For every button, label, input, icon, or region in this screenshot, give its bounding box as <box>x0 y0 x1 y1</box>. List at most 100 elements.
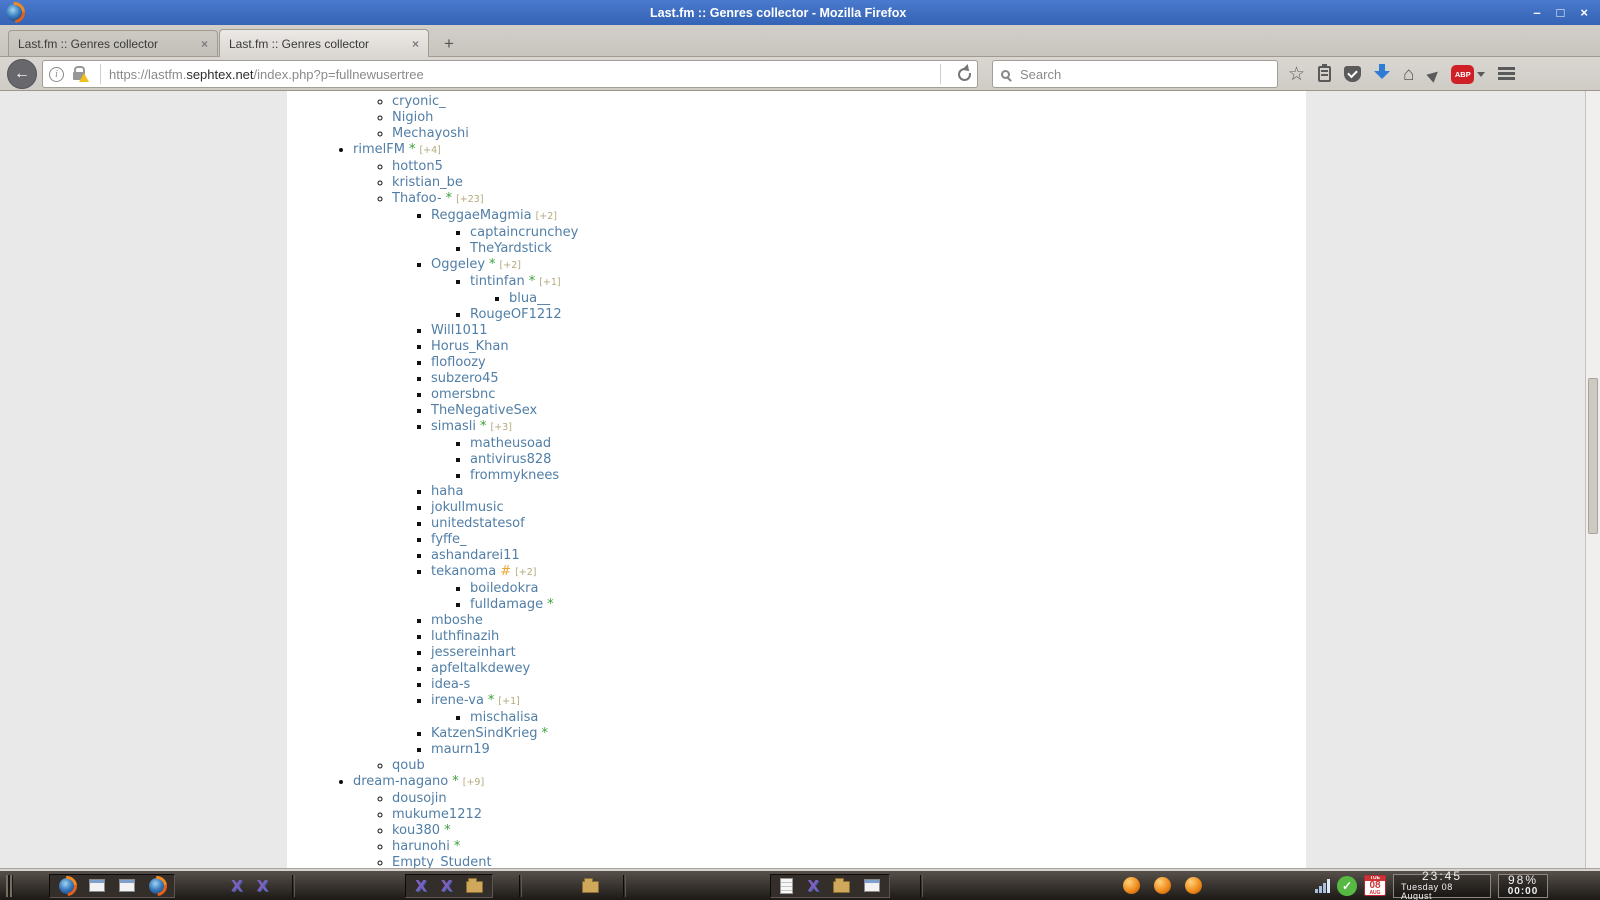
user-link[interactable]: boiledokra <box>470 581 538 596</box>
user-link[interactable]: fyffe_ <box>431 532 467 547</box>
new-tab-button[interactable]: + <box>437 33 461 55</box>
user-link[interactable]: luthfinazih <box>431 629 499 644</box>
taskbar-window-group[interactable] <box>770 874 890 898</box>
user-link[interactable]: TheNegativeSex <box>431 403 537 418</box>
pocket-icon[interactable] <box>1344 66 1361 82</box>
calendar-icon[interactable]: TUE 08 AUG <box>1364 875 1386 896</box>
downloads-icon[interactable] <box>1374 71 1390 87</box>
firefox-icon[interactable] <box>149 878 165 894</box>
user-link[interactable]: idea-s <box>431 677 470 692</box>
adblock-plus-icon[interactable]: ABP <box>1451 65 1474 84</box>
taskbar-window-group[interactable] <box>582 874 599 898</box>
x11-icon[interactable] <box>441 877 453 895</box>
user-link[interactable]: blua__ <box>509 291 550 306</box>
tab-genres-collector-2[interactable]: Last.fm :: Genres collector × <box>219 29 429 57</box>
taskbar-window-group[interactable] <box>405 874 493 898</box>
chevron-down-icon[interactable] <box>1477 72 1485 77</box>
user-link[interactable]: harunohi <box>392 839 450 854</box>
user-link[interactable]: RougeOF1212 <box>470 307 562 322</box>
taskbar-window-group[interactable] <box>49 874 175 898</box>
user-link[interactable]: Empty_Student <box>392 855 492 868</box>
folder-icon[interactable] <box>582 881 599 893</box>
firefox-icon[interactable] <box>59 878 75 894</box>
user-link[interactable]: cryonic_ <box>392 94 446 109</box>
minimize-button[interactable]: – <box>1533 0 1540 25</box>
user-link[interactable]: frommyknees <box>470 468 559 483</box>
home-icon[interactable]: ⌂ <box>1403 65 1414 84</box>
user-link[interactable]: Thafoo- <box>392 191 442 206</box>
clock-applet[interactable]: 23:45 Tuesday 08 August <box>1393 874 1491 898</box>
user-link[interactable]: hotton5 <box>392 159 443 174</box>
user-link[interactable]: tekanoma <box>431 564 496 579</box>
user-link[interactable]: jokullmusic <box>431 500 504 515</box>
user-link[interactable]: maurn19 <box>431 742 490 757</box>
bookmark-star-icon[interactable]: ☆ <box>1288 65 1305 84</box>
user-link[interactable]: simasli <box>431 419 476 434</box>
x11-icon[interactable] <box>231 877 243 895</box>
user-link[interactable]: irene-va <box>431 693 484 708</box>
user-link[interactable]: kou380 <box>392 823 440 838</box>
user-link[interactable]: antivirus828 <box>470 452 551 467</box>
user-link[interactable]: dream-nagano <box>353 774 448 789</box>
user-link[interactable]: flofloozy <box>431 355 486 370</box>
send-tab-icon[interactable]: ▶ <box>1423 64 1442 84</box>
user-link[interactable]: matheusoad <box>470 436 551 451</box>
notepad-icon[interactable] <box>780 878 793 894</box>
user-link[interactable]: mischalisa <box>470 710 538 725</box>
taskbar-grip[interactable] <box>6 875 13 897</box>
maximize-button[interactable]: □ <box>1557 0 1565 25</box>
user-link[interactable]: rimelFM <box>353 142 405 157</box>
user-link[interactable]: Horus_Khan <box>431 339 509 354</box>
user-link[interactable]: ashandarei11 <box>431 548 520 563</box>
taskbar-window-group[interactable] <box>231 874 268 898</box>
tab-close-icon[interactable]: × <box>412 37 419 51</box>
x11-icon[interactable] <box>415 877 427 895</box>
bookmarks-clipboard-icon[interactable] <box>1318 66 1331 82</box>
user-link[interactable]: apfeltalkdewey <box>431 661 530 676</box>
adblock-plus-button[interactable]: ABP <box>1451 65 1485 84</box>
window-icon[interactable] <box>119 879 135 892</box>
user-link[interactable]: fulldamage <box>470 597 543 612</box>
user-link[interactable]: Oggeley <box>431 257 485 272</box>
user-link[interactable]: TheYardstick <box>470 241 552 256</box>
user-link[interactable]: subzero45 <box>431 371 499 386</box>
skype-status-icon[interactable] <box>1337 876 1357 896</box>
insecure-lock-warning-icon[interactable] <box>73 72 84 80</box>
orb-icon[interactable] <box>1154 877 1171 894</box>
orb-icon[interactable] <box>1185 877 1202 894</box>
user-link[interactable]: unitedstatesof <box>431 516 525 531</box>
user-link[interactable]: dousojin <box>392 791 447 806</box>
folder-icon[interactable] <box>833 881 850 893</box>
user-link[interactable]: jessereinhart <box>431 645 516 660</box>
page-info-icon[interactable]: i <box>49 67 64 82</box>
user-link[interactable]: omersbnc <box>431 387 495 402</box>
taskbar-window-group[interactable] <box>1123 874 1202 898</box>
user-link[interactable]: Will1011 <box>431 323 488 338</box>
battery-applet[interactable]: 98% 00:00 <box>1498 874 1548 898</box>
reload-icon[interactable] <box>958 68 971 81</box>
user-link[interactable]: mboshe <box>431 613 483 628</box>
orb-icon[interactable] <box>1123 877 1140 894</box>
user-link[interactable]: haha <box>431 484 463 499</box>
back-button[interactable]: ← <box>7 59 37 89</box>
close-button[interactable]: × <box>1580 0 1588 25</box>
user-link[interactable]: KatzenSindKrieg <box>431 726 538 741</box>
tab-close-icon[interactable]: × <box>201 37 208 51</box>
url-bar[interactable]: i https://lastfm.sephtex.net/index.php?p… <box>42 60 978 88</box>
vertical-scrollbar[interactable] <box>1585 91 1600 868</box>
folder-icon[interactable] <box>466 881 483 893</box>
x11-icon[interactable] <box>257 877 269 895</box>
user-link[interactable]: tintinfan <box>470 274 525 289</box>
tab-genres-collector-1[interactable]: Last.fm :: Genres collector × <box>8 30 218 56</box>
user-link[interactable]: Nigioh <box>392 110 433 125</box>
window-icon[interactable] <box>89 879 105 892</box>
user-link[interactable]: ReggaeMagmia <box>431 208 532 223</box>
user-link[interactable]: kristian_be <box>392 175 463 190</box>
hamburger-menu-icon[interactable] <box>1498 67 1515 81</box>
user-link[interactable]: mukume1212 <box>392 807 482 822</box>
user-link[interactable]: captaincrunchey <box>470 225 578 240</box>
user-link[interactable]: qoub <box>392 758 425 773</box>
scrollbar-thumb[interactable] <box>1588 378 1598 533</box>
network-signal-icon[interactable] <box>1315 878 1330 893</box>
window-icon[interactable] <box>864 879 880 892</box>
